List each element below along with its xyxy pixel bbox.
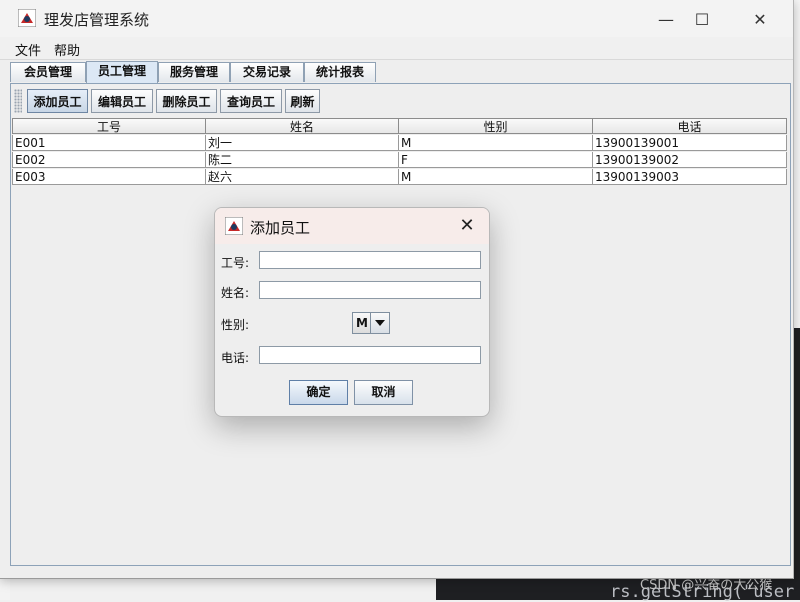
close-icon: ✕ <box>459 215 475 236</box>
cell-gender[interactable]: M <box>399 169 593 185</box>
close-button[interactable]: ✕ <box>737 6 783 32</box>
maximize-button[interactable]: ☐ <box>679 6 725 32</box>
cell-gender[interactable]: F <box>399 152 593 168</box>
employee-name-input[interactable] <box>259 281 481 299</box>
column-header-gender[interactable]: 性别 <box>398 118 593 134</box>
delete-employee-button[interactable]: 删除员工 <box>156 89 217 113</box>
tab-transactions[interactable]: 交易记录 <box>230 62 304 82</box>
java-app-icon <box>18 9 36 27</box>
cancel-button[interactable]: 取消 <box>354 380 413 405</box>
column-header-phone[interactable]: 电话 <box>592 118 787 134</box>
employee-table: 工号 姓名 性别 电话 E001 刘一 M 13900139001 E002 陈… <box>12 118 788 186</box>
toolbar: 添加员工 编辑员工 删除员工 查询员工 刷新 <box>11 86 790 116</box>
table-row[interactable]: E002 陈二 F 13900139002 <box>12 152 788 169</box>
search-employee-button[interactable]: 查询员工 <box>220 89 282 113</box>
tab-reports[interactable]: 统计报表 <box>304 62 376 82</box>
gender-select[interactable]: M <box>352 312 390 334</box>
table-row[interactable]: E001 刘一 M 13900139001 <box>12 135 788 152</box>
tab-services[interactable]: 服务管理 <box>158 62 230 82</box>
cell-name[interactable]: 陈二 <box>206 152 399 168</box>
chevron-down-icon[interactable] <box>370 313 389 333</box>
employee-id-label: 工号: <box>221 256 250 270</box>
cell-name[interactable]: 刘一 <box>206 135 399 151</box>
window-title: 理发店管理系统 <box>44 11 150 29</box>
employee-id-input[interactable] <box>259 251 481 269</box>
edit-employee-button[interactable]: 编辑员工 <box>91 89 153 113</box>
cell-id[interactable]: E001 <box>12 135 206 151</box>
window-titlebar[interactable]: 理发店管理系统 — ☐ ✕ <box>0 0 793 37</box>
refresh-button[interactable]: 刷新 <box>285 89 320 113</box>
tab-members[interactable]: 会员管理 <box>10 62 86 82</box>
gender-select-value: M <box>356 316 368 330</box>
java-app-icon <box>225 217 243 235</box>
cell-gender[interactable]: M <box>399 135 593 151</box>
column-header-id[interactable]: 工号 <box>12 118 206 134</box>
dialog-titlebar[interactable]: 添加员工 ✕ <box>215 208 489 244</box>
table-row[interactable]: E003 赵六 M 13900139003 <box>12 169 788 186</box>
dialog-title: 添加员工 <box>250 219 311 237</box>
employee-name-label: 姓名: <box>221 286 250 300</box>
column-header-name[interactable]: 姓名 <box>205 118 399 134</box>
add-employee-button[interactable]: 添加员工 <box>27 89 88 113</box>
dialog-close-button[interactable]: ✕ <box>457 216 477 236</box>
menubar: 文件 帮助 <box>0 37 793 60</box>
toolbar-grip-handle[interactable] <box>14 89 22 113</box>
menu-file[interactable]: 文件 <box>15 40 41 59</box>
cell-phone[interactable]: 13900139001 <box>593 135 787 151</box>
confirm-button[interactable]: 确定 <box>289 380 348 405</box>
employee-phone-label: 电话: <box>221 351 250 365</box>
cell-phone[interactable]: 13900139002 <box>593 152 787 168</box>
cell-phone[interactable]: 13900139003 <box>593 169 787 185</box>
add-employee-dialog: 添加员工 ✕ 工号: 姓名: 性别: M 电话: 确定 取消 <box>214 207 490 417</box>
menu-help[interactable]: 帮助 <box>54 40 80 59</box>
cell-id[interactable]: E003 <box>12 169 206 185</box>
tab-employees[interactable]: 员工管理 <box>86 61 158 83</box>
minimize-icon: — <box>658 9 674 29</box>
table-header: 工号 姓名 性别 电话 <box>12 118 788 135</box>
cell-name[interactable]: 赵六 <box>206 169 399 185</box>
cell-id[interactable]: E002 <box>12 152 206 168</box>
close-icon: ✕ <box>753 9 767 29</box>
maximize-icon: ☐ <box>694 9 710 29</box>
employee-phone-input[interactable] <box>259 346 481 364</box>
employee-gender-label: 性别: <box>221 318 250 332</box>
